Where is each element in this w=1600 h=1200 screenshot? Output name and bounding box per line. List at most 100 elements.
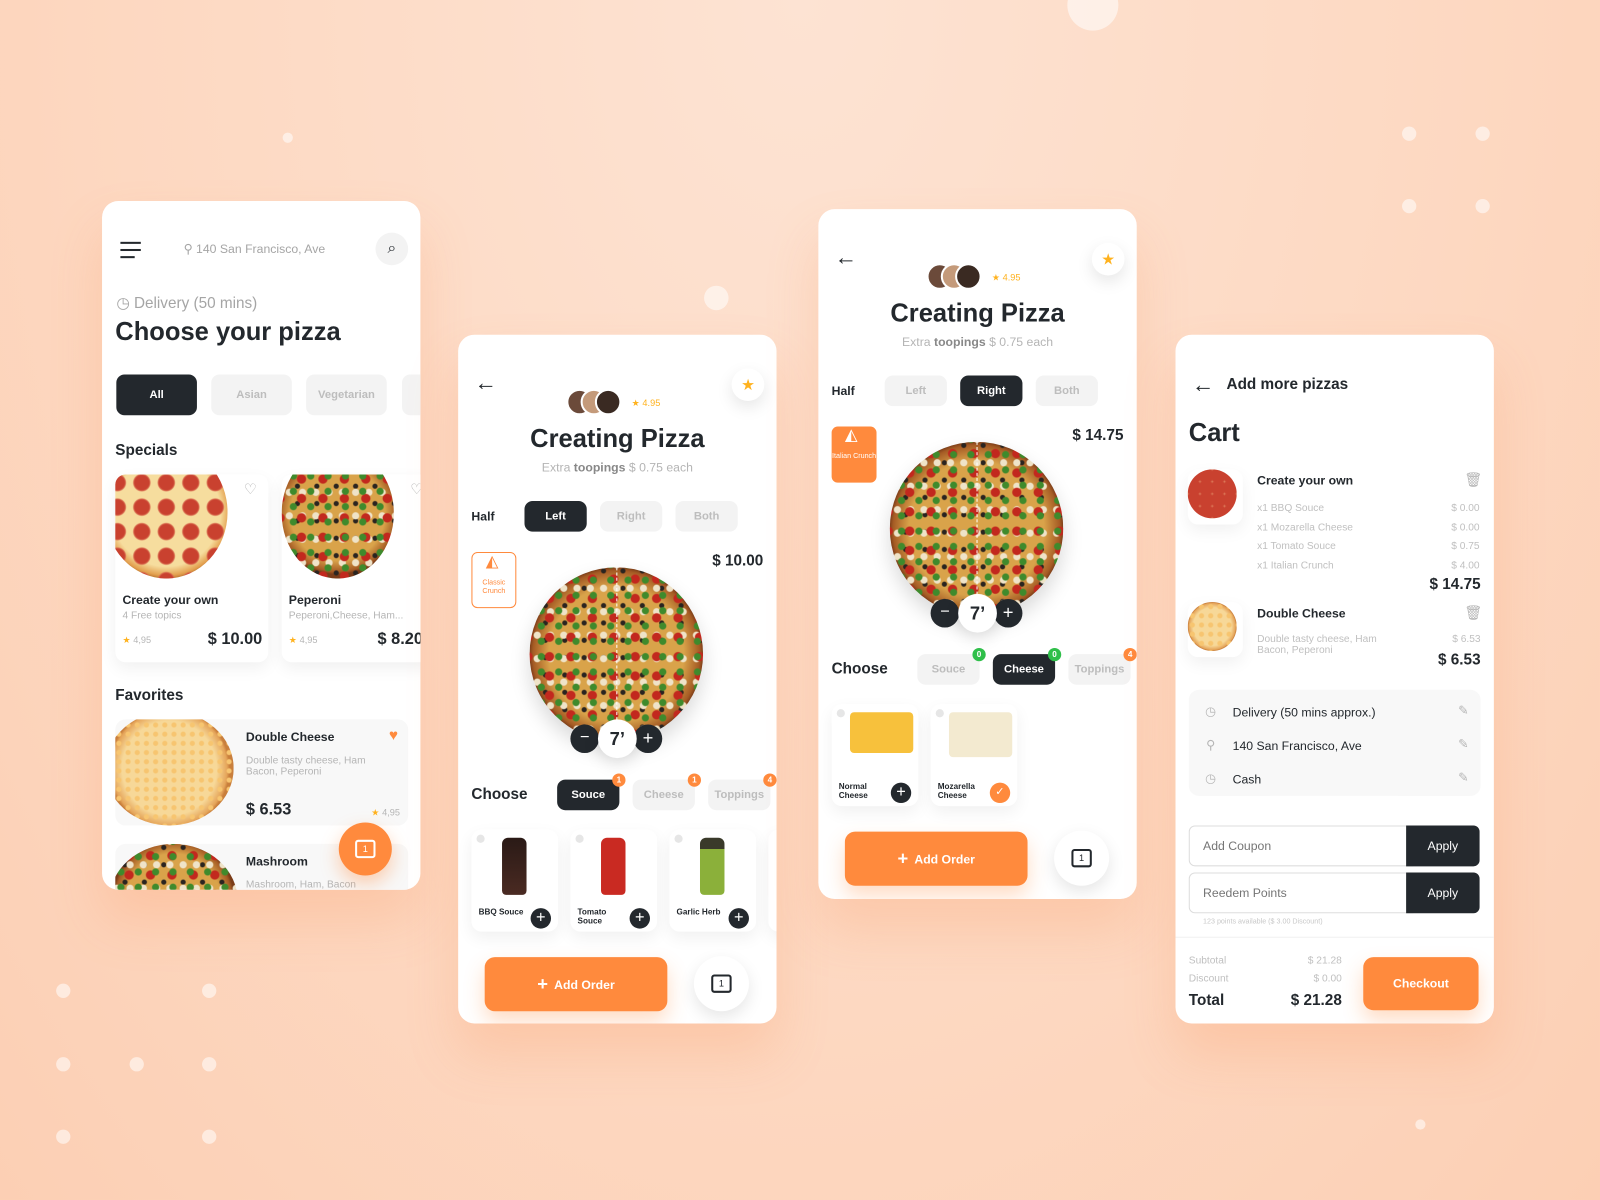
special-card[interactable]: ♡ Create your own 4 Free topics ★ 4,95 $… bbox=[115, 474, 269, 663]
pizza-image bbox=[115, 843, 238, 890]
menu-icon[interactable] bbox=[120, 241, 141, 259]
cart-button[interactable]: 1 bbox=[693, 956, 749, 1012]
tab-cheese[interactable]: Cheese 1 bbox=[632, 773, 702, 811]
heart-icon[interactable]: ♡ bbox=[244, 481, 257, 498]
pizza-image bbox=[115, 719, 234, 826]
shopping-bag-icon: 1 bbox=[1071, 848, 1092, 868]
selected-check-icon[interactable]: ✓ bbox=[989, 782, 1011, 804]
heart-filled-icon[interactable]: ♥ bbox=[389, 727, 398, 744]
cart-button[interactable]: 1 bbox=[1054, 830, 1110, 886]
tab-toppings[interactable]: Toppings 4 bbox=[1068, 647, 1137, 685]
cart-item-total: $ 6.53 bbox=[1438, 651, 1481, 669]
pizza-image bbox=[115, 474, 228, 579]
category-all[interactable]: All bbox=[116, 374, 197, 416]
cart-count: 1 bbox=[1079, 853, 1085, 864]
trash-icon[interactable]: 🗑 bbox=[1464, 604, 1482, 621]
back-arrow-icon[interactable]: ← bbox=[474, 369, 496, 396]
special-name: Create your own bbox=[122, 592, 219, 608]
half-indicator-icon bbox=[935, 709, 944, 718]
trash-icon[interactable]: 🗑 bbox=[1464, 471, 1482, 488]
edit-payment-icon[interactable]: ✎ bbox=[1458, 770, 1468, 784]
add-order-label: Add Order bbox=[914, 851, 975, 866]
line-price: $ 0.75 bbox=[1451, 540, 1480, 553]
clock-icon: ◷ bbox=[116, 294, 130, 313]
discount-label: Discount bbox=[1188, 973, 1229, 985]
tab-sauce[interactable]: Souce 1 bbox=[557, 773, 626, 811]
add-order-button[interactable]: + Add Order bbox=[844, 831, 1028, 886]
product-card[interactable]: BBQ Souce + bbox=[471, 829, 559, 932]
cart-item-lines: x1 BBQ Souce $ 0.00 x1 Mozarella Cheese $ 0… bbox=[1257, 500, 1479, 576]
apply-points-button[interactable]: Apply bbox=[1406, 872, 1480, 914]
product-image bbox=[948, 712, 1013, 758]
cart-fab[interactable]: 1 bbox=[338, 822, 392, 876]
add-more-pizzas-link[interactable]: Add more pizzas bbox=[1227, 376, 1349, 393]
browse-screen: ⚲ 140 San Francisco, Ave ⌕ ◷ Delivery (5… bbox=[102, 201, 421, 890]
tab-count-badge: 0 bbox=[1047, 647, 1062, 662]
half-both[interactable]: Both bbox=[675, 501, 738, 532]
half-left[interactable]: Left bbox=[524, 501, 587, 532]
crust-selector[interactable]: ◭ Italian Crunch bbox=[831, 426, 877, 483]
cart-item-name: Create your own bbox=[1257, 473, 1354, 488]
choose-label: Choose bbox=[471, 785, 528, 804]
half-both[interactable]: Both bbox=[1035, 375, 1098, 407]
coupon-input[interactable] bbox=[1188, 825, 1414, 867]
tab-label: Toppings bbox=[714, 788, 765, 802]
product-card[interactable] bbox=[768, 829, 777, 932]
checkout-button[interactable]: Checkout bbox=[1363, 957, 1479, 1011]
edit-delivery-icon[interactable]: ✎ bbox=[1458, 703, 1468, 717]
decor-dot bbox=[1067, 0, 1119, 31]
half-indicator-icon bbox=[575, 834, 584, 843]
heart-icon[interactable]: ♡ bbox=[410, 481, 420, 498]
decor-dot bbox=[202, 1057, 217, 1072]
line-label: x1 Mozarella Cheese bbox=[1257, 521, 1353, 534]
chef-avatars bbox=[926, 263, 988, 292]
subtitle-price: $ 0.75 each bbox=[625, 460, 693, 475]
category-vegetarian[interactable]: Vegetarian bbox=[306, 374, 387, 416]
decor-dot bbox=[704, 285, 729, 311]
category-more[interactable] bbox=[402, 374, 421, 416]
decor-dot bbox=[56, 1129, 71, 1144]
add-order-button[interactable]: + Add Order bbox=[484, 957, 668, 1012]
back-arrow-icon[interactable]: ← bbox=[1192, 371, 1214, 398]
favorite-item[interactable]: Double Cheese ♥ Double tasty cheese, Ham… bbox=[115, 719, 409, 826]
divider bbox=[1175, 936, 1494, 938]
apply-coupon-button[interactable]: Apply bbox=[1406, 825, 1480, 867]
half-right[interactable]: Right bbox=[960, 375, 1023, 407]
tab-toppings[interactable]: Toppings 4 bbox=[708, 773, 777, 811]
search-icon: ⌕ bbox=[387, 239, 397, 258]
line-price: $ 0.00 bbox=[1451, 521, 1480, 534]
category-asian[interactable]: Asian bbox=[211, 374, 292, 416]
search-button[interactable]: ⌕ bbox=[375, 232, 409, 266]
product-card[interactable]: Mozarella Cheese ✓ bbox=[930, 704, 1018, 807]
add-product-button[interactable]: + bbox=[629, 908, 650, 929]
increase-size-button[interactable]: + bbox=[993, 598, 1023, 628]
favorite-button[interactable]: ★ bbox=[1091, 242, 1125, 276]
redeem-points-input[interactable] bbox=[1188, 872, 1414, 914]
special-name: Peperoni bbox=[288, 592, 342, 608]
edit-address-icon[interactable]: ✎ bbox=[1458, 737, 1468, 751]
product-card[interactable]: Tomato Souce + bbox=[570, 829, 658, 932]
half-right[interactable]: Right bbox=[599, 501, 663, 532]
special-card[interactable]: ♡ Peperoni Peperoni,Cheese, Ham... ★ 4,9… bbox=[281, 474, 421, 663]
add-product-button[interactable]: + bbox=[890, 782, 912, 804]
decrease-size-button[interactable]: − bbox=[570, 724, 599, 754]
favorite-button[interactable]: ★ bbox=[731, 368, 765, 402]
add-product-button[interactable]: + bbox=[530, 908, 552, 929]
increase-size-button[interactable]: + bbox=[633, 724, 663, 754]
plus-icon: + bbox=[537, 973, 549, 994]
subtotal-value: $ 21.28 bbox=[1307, 955, 1342, 967]
product-card[interactable]: Garlic Herb + bbox=[669, 829, 757, 932]
add-product-button[interactable]: + bbox=[728, 908, 749, 929]
cart-line: x1 Tomato Souce $ 0.75 bbox=[1257, 538, 1479, 557]
location-selector[interactable]: ⚲ 140 San Francisco, Ave bbox=[184, 242, 326, 256]
favorites-heading: Favorites bbox=[115, 686, 184, 705]
tab-cheese[interactable]: Cheese 0 bbox=[992, 647, 1062, 685]
product-card[interactable]: Normal Cheese + bbox=[831, 704, 919, 807]
half-left[interactable]: Left bbox=[884, 375, 947, 407]
decrease-size-button[interactable]: − bbox=[930, 598, 960, 628]
tab-sauce[interactable]: Souce 0 bbox=[917, 647, 986, 685]
delivery-info: ◷ Delivery (50 mins) bbox=[116, 294, 257, 312]
decor-dot bbox=[1402, 198, 1417, 214]
back-arrow-icon[interactable]: ← bbox=[835, 244, 857, 271]
crust-selector[interactable]: ◭ Classic Crunch bbox=[471, 552, 517, 609]
